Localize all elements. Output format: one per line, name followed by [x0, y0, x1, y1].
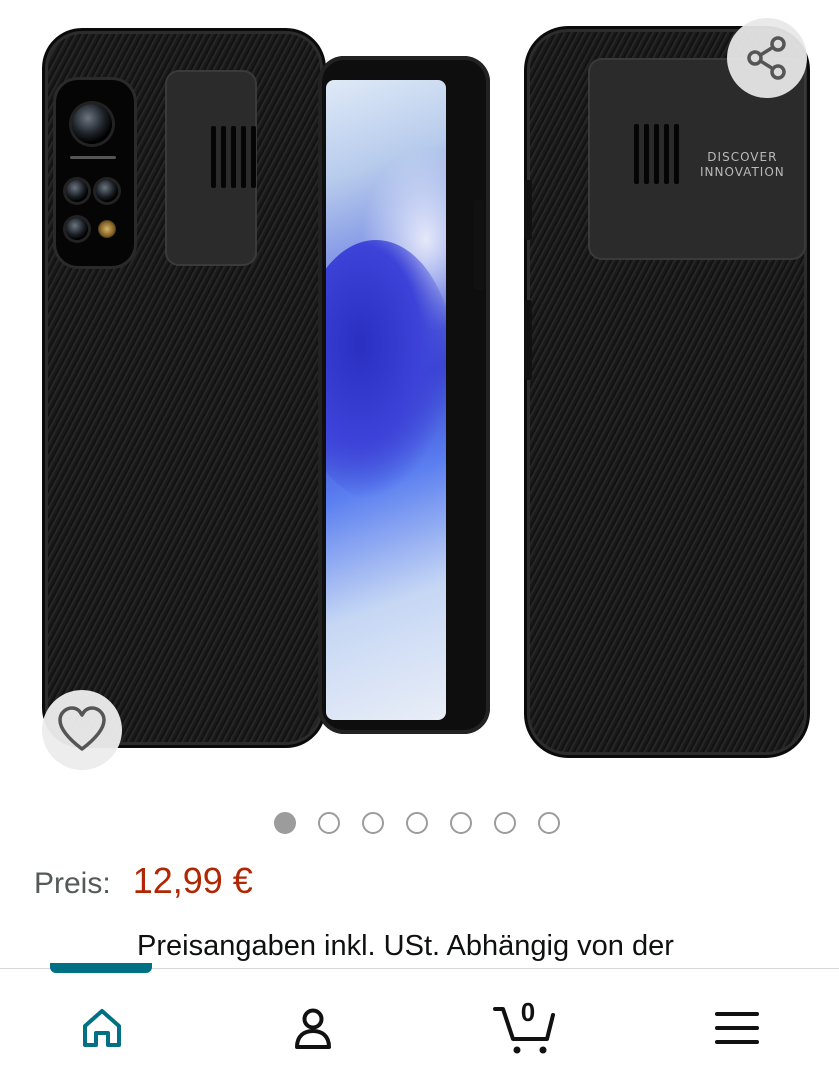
- price-row: Preis: 12,99 €: [34, 860, 253, 902]
- share-icon: [747, 36, 786, 80]
- price-label: Preis:: [34, 867, 111, 900]
- pagination-dot-1[interactable]: [273, 812, 296, 834]
- camera-module: [56, 80, 134, 266]
- home-icon: [83, 1009, 121, 1047]
- camera-lens: [66, 180, 88, 202]
- camera-lens: [72, 104, 112, 144]
- cart-item-count: 0: [520, 997, 536, 1027]
- share-button[interactable]: [727, 18, 807, 98]
- active-tab-indicator: [50, 963, 152, 973]
- nav-home-button[interactable]: [62, 993, 142, 1063]
- price-value: 12,99 €: [132, 860, 253, 901]
- pagination-dot-5[interactable]: [449, 812, 472, 834]
- nav-menu-button[interactable]: [697, 993, 777, 1063]
- product-image-gallery[interactable]: DISCOVER INNOVATION: [0, 0, 839, 790]
- heart-outline-icon: [58, 706, 106, 751]
- pagination-dot-2[interactable]: [317, 812, 340, 834]
- pagination-dot-3[interactable]: [361, 812, 384, 834]
- camera-lens: [96, 180, 118, 202]
- case-branding-text: DISCOVER INNOVATION: [700, 150, 785, 179]
- gallery-pagination[interactable]: [0, 812, 839, 834]
- bottom-navigation-bar: 0: [0, 963, 839, 1080]
- flash-light: [98, 220, 116, 238]
- person-icon: [295, 1008, 331, 1049]
- nav-account-button[interactable]: [273, 993, 353, 1063]
- pagination-dot-4[interactable]: [405, 812, 428, 834]
- pagination-dot-6[interactable]: [493, 812, 516, 834]
- add-to-wishlist-button[interactable]: [42, 690, 122, 770]
- camera-slider-cover-left: [165, 70, 257, 266]
- hamburger-menu-icon: [715, 1012, 759, 1044]
- pagination-dot-7[interactable]: [537, 812, 560, 834]
- phone-screen: [326, 80, 446, 720]
- slider-grip: [211, 126, 256, 188]
- nav-cart-button[interactable]: 0: [484, 993, 564, 1063]
- slider-grip: [634, 124, 679, 184]
- camera-lens: [66, 218, 88, 240]
- tax-info-text: Preisangaben inkl. USt. Abhängig von der: [137, 930, 674, 962]
